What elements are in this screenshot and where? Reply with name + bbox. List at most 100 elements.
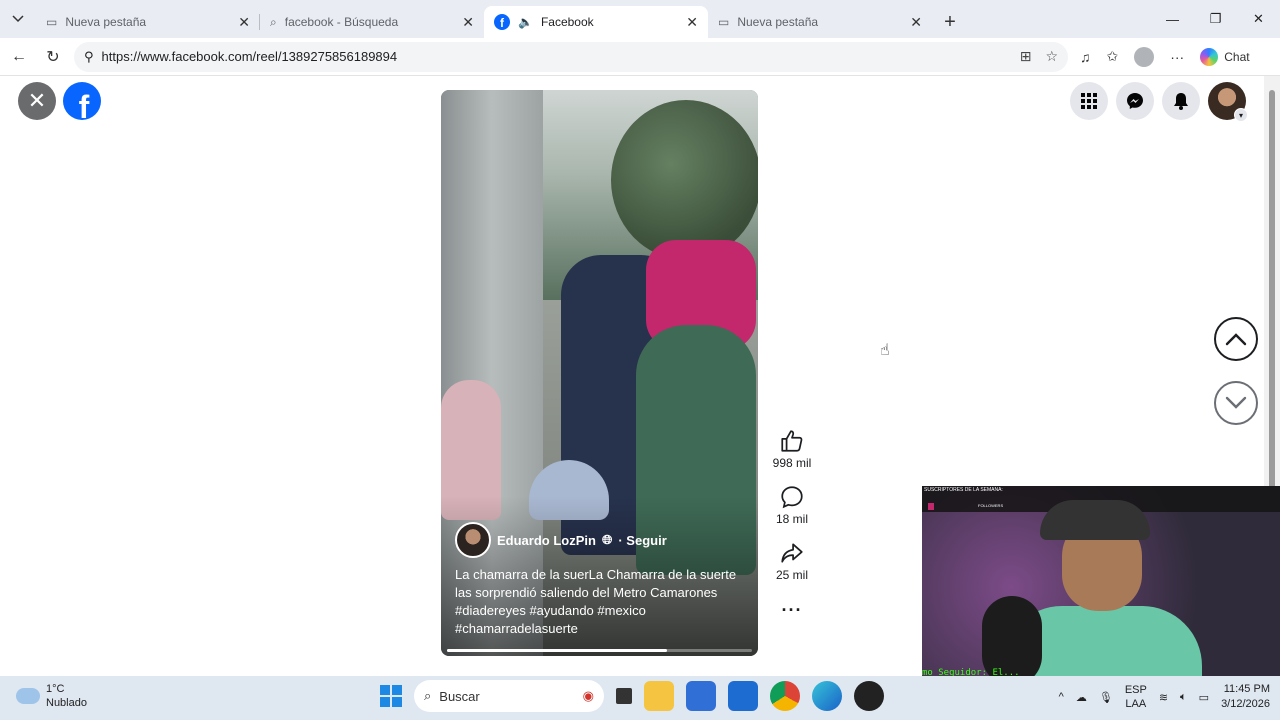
app-available-icon[interactable]: ⊞ — [1020, 48, 1032, 65]
refresh-button[interactable]: ↻ — [36, 40, 70, 74]
new-tab-button[interactable]: + — [932, 6, 968, 38]
search-icon: ⌕ — [270, 14, 277, 29]
start-button[interactable] — [380, 685, 402, 707]
microphone-icon[interactable]: 🎙︎ — [1099, 691, 1113, 704]
thumbs-up-icon — [781, 430, 803, 452]
webcam-overlay: SUSCRIPTORES DE LA SEMANA: FOLLOWERS mo … — [922, 486, 1280, 688]
scrollbar-thumb[interactable] — [1269, 90, 1275, 552]
search-placeholder: Buscar — [439, 688, 480, 704]
close-icon[interactable]: ✕ — [462, 14, 474, 31]
copilot-icon — [1200, 47, 1219, 66]
tab-facebook-busqueda[interactable]: ⌕ facebook - Búsqueda ✕ — [260, 6, 484, 38]
messenger-button[interactable] — [1116, 82, 1154, 120]
minimize-button[interactable]: — — [1151, 0, 1194, 38]
obs-icon[interactable] — [854, 681, 884, 711]
comment-button[interactable]: 18 mil — [776, 484, 808, 526]
copilot-chat-button[interactable]: Chat — [1200, 47, 1250, 66]
top-right-icons: ▾ — [1070, 82, 1248, 122]
tab-facebook[interactable]: f 🔈 Facebook ✕ — [484, 6, 708, 38]
search-highlight-icon: ◉ — [582, 688, 594, 703]
previous-reel-button[interactable] — [1214, 317, 1258, 361]
favorite-star-icon[interactable]: ☆ — [1045, 48, 1058, 65]
media-control-icon[interactable]: ♫ — [1080, 49, 1091, 65]
chevron-down-icon — [1225, 396, 1247, 409]
file-explorer-icon[interactable] — [644, 681, 674, 711]
page-icon: ▭ — [718, 15, 730, 29]
restore-button[interactable]: ❐ — [1194, 0, 1237, 38]
close-icon: ✕ — [27, 88, 47, 113]
close-reel-button[interactable]: ✕ — [18, 82, 56, 120]
likes-count: 998 mil — [772, 456, 812, 470]
keyboard-layout: LAA — [1125, 698, 1147, 710]
chevron-down-icon — [12, 15, 24, 23]
site-info-icon[interactable]: ⚲ — [84, 49, 94, 65]
share-button[interactable]: 25 mil — [776, 540, 808, 582]
notifications-button[interactable] — [1162, 82, 1200, 120]
url-field[interactable]: ⚲ https://www.facebook.com/reel/13892758… — [74, 41, 1068, 72]
profile-icon[interactable] — [1134, 46, 1155, 67]
more-options-icon[interactable]: ··· — [1170, 49, 1184, 65]
speaker-icon[interactable]: 🔈 — [518, 15, 533, 29]
language-indicator[interactable]: ESP LAA — [1125, 683, 1147, 711]
taskbar-search[interactable]: ⌕ Buscar ◉ — [414, 680, 604, 712]
facebook-icon: f — [494, 14, 510, 30]
tab-nueva-pestana-2[interactable]: ▭ Nueva pestaña ✕ — [708, 6, 932, 38]
close-icon[interactable]: ✕ — [910, 14, 922, 31]
url-text[interactable]: https://www.facebook.com/reel/1389275856… — [102, 49, 1012, 64]
wifi-icon[interactable]: ≋ — [1159, 691, 1168, 704]
back-button[interactable]: ← — [2, 40, 36, 74]
system-tray: ^ ☁ 🎙︎ ESP LAA ≋ 🔈︎ ▭ 11:45 PM 3/12/2026 — [1059, 682, 1270, 712]
volume-icon[interactable]: 🔈︎ — [1180, 691, 1187, 704]
tab-label: Nueva pestaña — [737, 15, 819, 29]
store-icon[interactable] — [686, 681, 716, 711]
cloud-icon — [16, 688, 40, 704]
author-name[interactable]: Eduardo LozPin — [497, 533, 596, 548]
taskbar-apps: ⌕ Buscar ◉ — [380, 680, 884, 712]
chrome-icon[interactable] — [770, 681, 800, 711]
reel-video[interactable]: Eduardo LozPin 🌐︎ · Seguir La chamarra d… — [441, 90, 758, 656]
more-options-button[interactable]: ··· — [782, 600, 803, 621]
stream-banner-title: SUSCRIPTORES DE LA SEMANA: — [924, 487, 1003, 493]
chevron-down-icon: ▾ — [1234, 108, 1248, 122]
tab-actions-menu[interactable] — [0, 0, 36, 38]
tab-bar: ▭ Nueva pestaña ✕ ⌕ facebook - Búsqueda … — [0, 0, 1280, 38]
weather-condition: Nublado — [46, 697, 87, 709]
facebook-icon: f — [78, 89, 90, 120]
close-icon[interactable]: ✕ — [686, 14, 698, 31]
tab-label: Nueva pestaña — [65, 15, 147, 29]
like-button[interactable]: 998 mil — [772, 428, 812, 470]
video-progress-bar[interactable] — [447, 649, 752, 652]
onedrive-icon[interactable]: ☁ — [1076, 691, 1087, 704]
mail-icon[interactable] — [728, 681, 758, 711]
toolbar-right: ♫ ✩ ··· Chat — [1080, 46, 1250, 67]
account-avatar[interactable]: ▾ — [1208, 82, 1248, 122]
reel-author[interactable]: Eduardo LozPin 🌐︎ · Seguir — [455, 522, 667, 558]
page-icon: ▭ — [46, 15, 58, 29]
facebook-logo[interactable]: f — [63, 82, 101, 120]
share-icon — [781, 543, 803, 563]
language-code: ESP — [1124, 684, 1147, 696]
tab-nueva-pestana-1[interactable]: ▭ Nueva pestaña ✕ — [36, 6, 260, 38]
follow-link[interactable]: · Seguir — [618, 533, 666, 548]
close-icon[interactable]: ✕ — [238, 14, 250, 31]
author-avatar[interactable] — [455, 522, 491, 558]
reel-caption: La chamarra de la suerLa Chamarra de la … — [455, 567, 737, 636]
webcam-person — [1040, 500, 1150, 540]
video-progress-fill — [447, 649, 667, 652]
next-reel-button[interactable] — [1214, 381, 1258, 425]
battery-icon[interactable]: ▭ — [1199, 691, 1209, 704]
messenger-icon — [1127, 93, 1143, 109]
task-view-button[interactable] — [616, 688, 632, 704]
weather-widget[interactable]: 1°C Nublado — [16, 682, 87, 710]
show-hidden-icons[interactable]: ^ — [1059, 691, 1064, 703]
clock[interactable]: 11:45 PM 3/12/2026 — [1221, 682, 1270, 712]
close-window-button[interactable]: ✕ — [1237, 0, 1280, 38]
search-icon: ⌕ — [424, 688, 432, 703]
globe-icon: 🌐︎ — [601, 532, 613, 547]
comments-count: 18 mil — [775, 512, 808, 526]
address-bar: ← ↻ ⚲ https://www.facebook.com/reel/1389… — [0, 38, 1280, 76]
edge-icon[interactable] — [812, 681, 842, 711]
menu-grid-button[interactable] — [1070, 82, 1108, 120]
favorites-icon[interactable]: ✩ — [1107, 48, 1119, 65]
video-scene — [611, 100, 758, 260]
